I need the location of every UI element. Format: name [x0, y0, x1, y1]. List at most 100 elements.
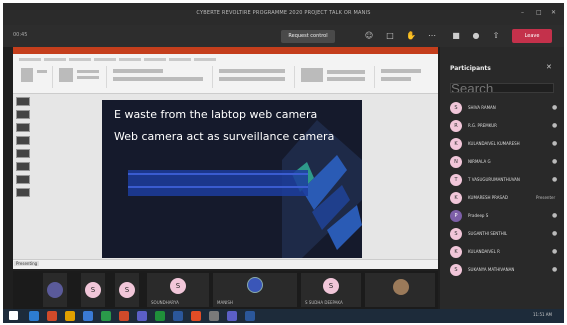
teams-icon[interactable]	[227, 311, 237, 321]
avatar: S	[170, 278, 186, 294]
participant-name: NIRMALA G	[468, 159, 491, 164]
close-icon[interactable]: ✕	[551, 9, 556, 16]
participant-row[interactable]: N NIRMALA G ●	[448, 154, 562, 170]
mic-off-icon: ●	[552, 266, 558, 273]
word-icon[interactable]	[245, 311, 255, 321]
ribbon-group-font	[109, 66, 213, 88]
participant-tile[interactable]: S	[115, 273, 139, 307]
mic-off-icon: ●	[552, 176, 558, 183]
minimize-icon[interactable]: –	[521, 9, 524, 16]
slide-text-line2: Web camera act as surveillance camera	[114, 130, 335, 143]
avatar: S	[450, 102, 462, 114]
slide-text-line1: E waste from the labtop web camera	[114, 108, 318, 121]
edge-icon[interactable]	[29, 311, 39, 321]
participant-tile[interactable]: S	[81, 273, 105, 307]
presenter-tag: Presenter	[536, 195, 556, 200]
people-icon[interactable]: ☺	[363, 30, 375, 42]
participant-list: S SHIVA RAMAN ● R R.G. PREMKUR ● K KULANDAIVE…	[448, 100, 562, 280]
avatar: R	[450, 120, 462, 132]
participant-row[interactable]: T T VASUGURUMANTHUVAN ●	[448, 172, 562, 188]
leave-button[interactable]: Leave	[512, 29, 552, 43]
mic-off-icon: ●	[552, 104, 558, 111]
word-icon[interactable]	[173, 311, 183, 321]
participant-row[interactable]: R R.G. PREMKUR ●	[448, 118, 562, 134]
avatar: S	[323, 278, 339, 294]
participant-search-input[interactable]	[450, 83, 554, 93]
participant-name: T VASUGURUMANTHUVAN	[468, 177, 520, 182]
folder-icon[interactable]	[65, 311, 75, 321]
participant-tile[interactable]: MANISH	[213, 273, 297, 307]
avatar: N	[450, 156, 462, 168]
teams-window: CYBERTE REVOLTIRE PROGRAMME 2020 PROJECT…	[3, 3, 564, 323]
participant-tile[interactable]: S SOUNDHARYA	[147, 273, 209, 307]
slide-thumbnails	[16, 97, 32, 257]
mic-off-icon: ●	[552, 122, 558, 129]
chrome-icon[interactable]	[191, 311, 201, 321]
avatar: S	[450, 264, 462, 276]
ribbon-group-paragraph	[215, 66, 295, 88]
excel-icon[interactable]	[155, 311, 165, 321]
close-panel-icon[interactable]: ✕	[546, 63, 552, 71]
participant-name: S SUDHA DEEPAKA	[305, 300, 343, 305]
mail-icon[interactable]	[83, 311, 93, 321]
avatar: K	[450, 192, 462, 204]
participant-row[interactable]: K KULANDAIVEL R ●	[448, 244, 562, 260]
avatar: S	[450, 228, 462, 240]
chat-icon[interactable]: □	[384, 30, 396, 42]
powerpoint-title-bar	[13, 47, 438, 54]
panel-title: Participants	[450, 65, 491, 72]
start-icon[interactable]	[9, 311, 18, 320]
participant-row[interactable]: P Pradeep S ●	[448, 208, 562, 224]
participant-name: KULANDAIVEL KUMARESH	[468, 141, 520, 146]
mic-off-icon: ●	[552, 230, 558, 237]
avatar	[47, 282, 63, 298]
participant-name: SUGANTHI SENTHIL	[468, 231, 508, 236]
participant-name: KULANDAIVEL R	[468, 249, 500, 254]
participants-panel: Participants ✕ S SHIVA RAMAN ● R R.G. PREMK…	[440, 47, 564, 309]
avatar: K	[450, 246, 462, 258]
participant-tile[interactable]: S S SUDHA DEEPAKA	[301, 273, 361, 307]
participant-name: R.G. PREMKUR	[468, 123, 497, 128]
mic-off-icon: ●	[552, 158, 558, 165]
participant-row[interactable]: S SUGANTHI SENTHIL ●	[448, 226, 562, 242]
settings-icon[interactable]	[209, 311, 219, 321]
participant-strip: S S S SOUNDHARYA MANISH S S SUDHA DEEPAK…	[13, 271, 438, 309]
powerpoint-status-bar	[13, 259, 438, 269]
request-control-button[interactable]: Request control	[281, 30, 335, 43]
store-icon[interactable]	[101, 311, 111, 321]
mic-on-icon: ●	[552, 212, 558, 219]
participant-row[interactable]: S SUKANYA MATHIVANAN ●	[448, 262, 562, 278]
ribbon-tabs	[19, 56, 219, 62]
more-options-icon[interactable]: ⋯	[426, 30, 438, 42]
avatar-photo	[247, 277, 263, 293]
raise-hand-icon[interactable]: ✋	[405, 30, 417, 42]
share-icon[interactable]: ⇧	[490, 30, 502, 42]
presenter-label: Presenting	[14, 261, 40, 266]
participant-tile[interactable]	[43, 273, 67, 307]
powerpoint-ribbon	[13, 54, 438, 94]
ribbon-group-clipboard	[17, 66, 53, 88]
avatar-photo	[393, 279, 409, 295]
maximize-icon[interactable]: □	[536, 9, 542, 16]
participant-name: SOUNDHARYA	[151, 300, 179, 305]
windows-taskbar: 11:51 AM	[3, 309, 564, 323]
camera-icon[interactable]: ■	[450, 30, 462, 42]
participant-row[interactable]: K KULANDAIVEL KUMARESH ●	[448, 136, 562, 152]
teams-icon[interactable]	[137, 311, 147, 321]
mic-icon[interactable]: ●	[470, 30, 482, 42]
powerpoint-icon[interactable]	[119, 311, 129, 321]
avatar: T	[450, 174, 462, 186]
avatar: S	[119, 282, 135, 298]
avatar: P	[450, 210, 462, 222]
office-icon[interactable]	[47, 311, 57, 321]
avatar: S	[85, 282, 101, 298]
participant-row[interactable]: K KUMARESH PRASAD Presenter	[448, 190, 562, 206]
current-slide: E waste from the labtop web camera Web c…	[102, 100, 362, 258]
meeting-timer: 00:45	[13, 32, 28, 38]
shared-screen: E waste from the labtop web camera Web c…	[13, 47, 438, 269]
participant-row[interactable]: S SHIVA RAMAN ●	[448, 100, 562, 116]
selection-line	[128, 186, 308, 188]
participant-name: MANISH	[217, 300, 233, 305]
participant-tile[interactable]	[365, 273, 435, 307]
participant-name: SUKANYA MATHIVANAN	[468, 267, 515, 272]
